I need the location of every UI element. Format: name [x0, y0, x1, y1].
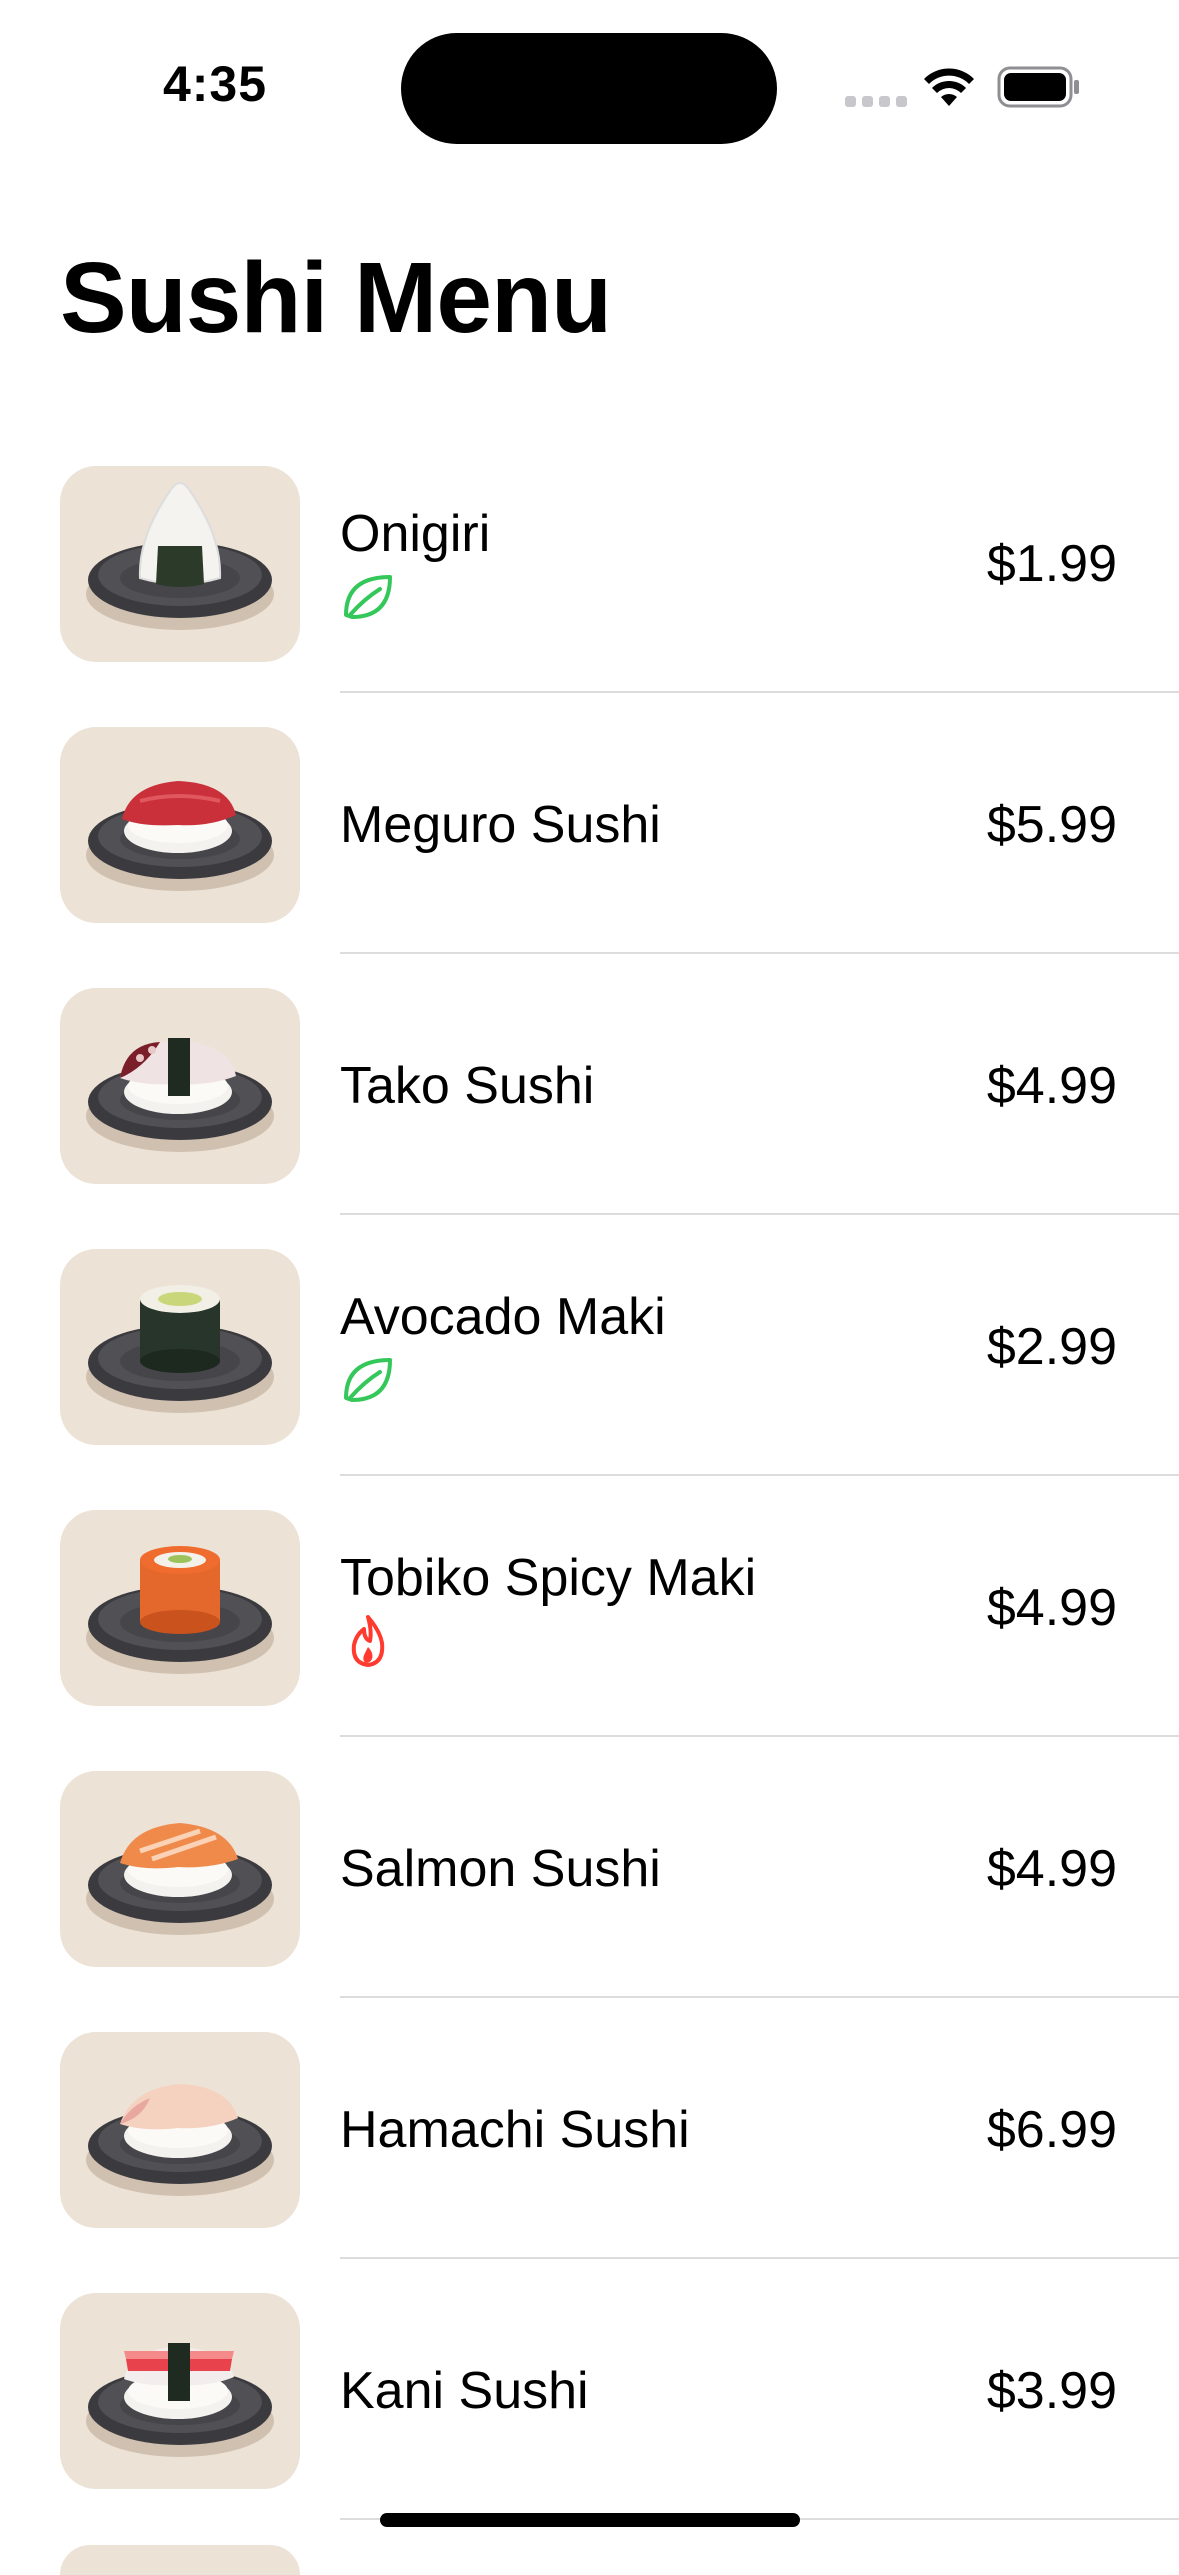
menu-item-row[interactable]: Kani Sushi $3.99	[0, 2284, 1179, 2545]
menu-item-row[interactable]: Hamachi Sushi $6.99	[0, 2023, 1179, 2284]
row-divider	[340, 952, 1179, 954]
item-name: Onigiri	[340, 505, 491, 563]
item-name-block: Hamachi Sushi	[340, 2023, 690, 2237]
menu-item-row[interactable]: Onigiri $1.99	[0, 457, 1179, 718]
partially-visible-thumbnail	[60, 2545, 300, 2575]
item-name-block: Onigiri	[340, 457, 490, 671]
item-name: Avocado Maki	[340, 1288, 666, 1346]
item-name: Tobiko Spicy Maki	[340, 1549, 757, 1607]
row-divider	[340, 1996, 1179, 1998]
item-price: $3.99	[986, 2362, 1117, 2420]
menu-list[interactable]: Onigiri $1.99 Meguro Sushi $5.99 Tako Sush…	[0, 457, 1179, 2545]
item-price: $4.99	[986, 1579, 1117, 1637]
item-name: Meguro Sushi	[340, 796, 661, 854]
item-name-block: Salmon Sushi	[340, 1762, 661, 1976]
battery-icon	[997, 66, 1079, 108]
item-price: $1.99	[986, 535, 1117, 593]
item-price: $2.99	[986, 1318, 1117, 1376]
row-divider	[340, 1213, 1179, 1215]
item-name: Kani Sushi	[340, 2362, 589, 2420]
item-price: $6.99	[986, 2101, 1117, 2159]
tobiko-maki-image	[60, 1510, 300, 1706]
item-name: Salmon Sushi	[340, 1840, 661, 1898]
flame-icon	[340, 1613, 396, 1669]
menu-item-row[interactable]: Tako Sushi $4.99	[0, 979, 1179, 1240]
item-name: Tako Sushi	[340, 1057, 595, 1115]
row-divider	[340, 2257, 1179, 2259]
item-name-block: Kani Sushi	[340, 2284, 589, 2498]
hamachi-nigiri-image	[60, 2032, 300, 2228]
row-divider	[340, 1735, 1179, 1737]
menu-item-row[interactable]: Meguro Sushi $5.99	[0, 718, 1179, 979]
leaf-icon	[340, 1352, 396, 1408]
item-name: Hamachi Sushi	[340, 2101, 690, 2159]
item-name-block: Avocado Maki	[340, 1240, 666, 1454]
item-name-block: Meguro Sushi	[340, 718, 661, 932]
cellular-signal-icon	[845, 96, 907, 107]
item-price: $5.99	[986, 796, 1117, 854]
menu-item-row[interactable]: Tobiko Spicy Maki $4.99	[0, 1501, 1179, 1762]
menu-item-row[interactable]: Salmon Sushi $4.99	[0, 1762, 1179, 2023]
item-price: $4.99	[986, 1840, 1117, 1898]
page-title: Sushi Menu	[60, 242, 612, 354]
tuna-nigiri-image	[60, 727, 300, 923]
row-divider	[340, 1474, 1179, 1476]
row-divider	[340, 691, 1179, 693]
crab-nigiri-image	[60, 2293, 300, 2489]
dynamic-island	[401, 33, 777, 144]
item-name-block: Tobiko Spicy Maki	[340, 1501, 756, 1715]
octopus-nigiri-image	[60, 988, 300, 1184]
leaf-icon	[340, 569, 396, 625]
avocado-maki-image	[60, 1249, 300, 1445]
status-bar: 4:35	[0, 0, 1179, 160]
home-indicator[interactable]	[380, 2513, 800, 2527]
status-time: 4:35	[162, 56, 268, 112]
wifi-icon	[924, 68, 974, 106]
onigiri-image	[60, 466, 300, 662]
item-name-block: Tako Sushi	[340, 979, 594, 1193]
salmon-nigiri-image	[60, 1771, 300, 1967]
menu-item-row[interactable]: Avocado Maki $2.99	[0, 1240, 1179, 1501]
item-price: $4.99	[986, 1057, 1117, 1115]
